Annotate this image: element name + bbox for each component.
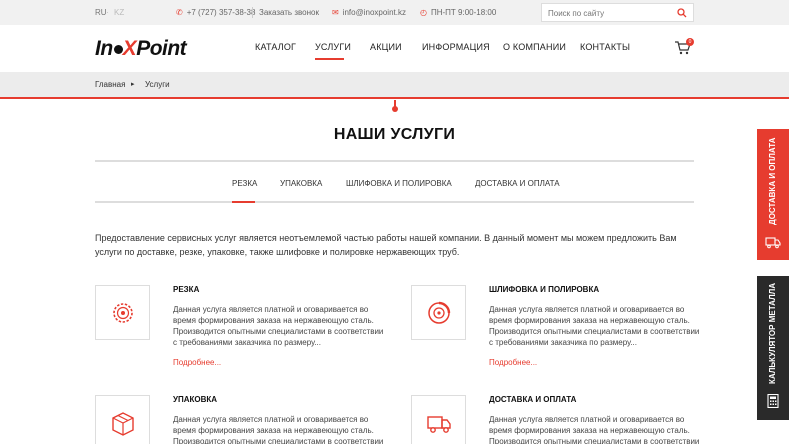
- service-title: Шлифовка и полировка: [489, 285, 600, 294]
- nav-item-catalog[interactable]: Каталог: [255, 42, 296, 52]
- service-more-link[interactable]: Подробнее...: [489, 358, 537, 367]
- divider: [252, 7, 253, 18]
- breadcrumb-home[interactable]: Главная: [95, 80, 125, 89]
- callback-link[interactable]: Заказать звонок: [259, 8, 319, 17]
- box-icon: [112, 412, 134, 436]
- breadcrumb-arrow-icon: ▸: [131, 81, 135, 88]
- service-description: Данная услуга является платной и оговари…: [173, 305, 384, 347]
- work-hours-text: ПН-ПТ 9:00-18:00: [430, 8, 497, 17]
- search-icon[interactable]: [677, 8, 687, 18]
- tab-active-indicator: [232, 201, 255, 203]
- email-link[interactable]: ✉ info@inoxpoint.kz: [332, 8, 406, 17]
- breadcrumb-pointer-dot: [392, 106, 398, 112]
- logo-text-x: X: [122, 37, 137, 60]
- lang-separator: ·: [106, 8, 109, 17]
- service-icon-box[interactable]: [411, 395, 466, 444]
- service-card-packing: Упаковка Данная услуга является платной …: [95, 395, 395, 444]
- service-title: Упаковка: [173, 395, 218, 404]
- clock-icon: ◴: [420, 8, 427, 17]
- mail-icon: ✉: [332, 8, 339, 17]
- intro-text: Предоставление сервисных услуг является …: [95, 233, 677, 257]
- saw-blade-icon: [113, 303, 133, 323]
- service-card-polishing: Шлифовка и полировка Данная услуга являе…: [411, 285, 711, 375]
- service-icon-box[interactable]: [411, 285, 466, 340]
- tab-packing[interactable]: Упаковка: [280, 179, 322, 188]
- nav-item-services[interactable]: Услуги: [315, 42, 351, 52]
- service-description: Данная услуга является платной и оговари…: [489, 415, 700, 444]
- lang-ru-link[interactable]: RU: [95, 8, 107, 17]
- phone-icon: ✆: [176, 8, 183, 17]
- service-description: Данная услуга является платной и оговари…: [173, 415, 384, 444]
- search-box: [541, 3, 694, 22]
- service-icon-box[interactable]: [95, 285, 150, 340]
- phone-number: +7 (727) 357-38-38: [186, 8, 256, 17]
- tab-delivery[interactable]: Доставка и оплата: [475, 179, 560, 188]
- service-tabs: Резка Упаковка Шлифовка и полировка Дост…: [95, 160, 694, 203]
- service-title: Резка: [173, 285, 200, 294]
- service-icon-box[interactable]: [95, 395, 150, 444]
- breadcrumb: Главная ▸ Услуги: [0, 72, 789, 99]
- truck-icon: [427, 416, 451, 433]
- breadcrumb-current: Услуги: [145, 80, 170, 89]
- service-card-cutting: Резка Данная услуга является платной и о…: [95, 285, 395, 375]
- logo-text-point: Point: [136, 37, 187, 60]
- top-bar: RU · KZ ✆ +7 (727) 357-38-38 Заказать зв…: [0, 0, 789, 25]
- search-input[interactable]: [548, 7, 673, 19]
- lang-kz-link[interactable]: KZ: [114, 8, 124, 17]
- site-logo[interactable]: In XPoint: [95, 37, 187, 61]
- tab-cutting[interactable]: Резка: [232, 179, 257, 188]
- calculator-icon: [767, 394, 779, 408]
- phone-link[interactable]: ✆ +7 (727) 357-38-38: [176, 8, 255, 17]
- work-hours: ◴ ПН-ПТ 9:00-18:00: [420, 8, 496, 17]
- logo-dot: [113, 45, 123, 54]
- email-address: info@inoxpoint.kz: [342, 8, 406, 17]
- side-tab-delivery-label: Доставка и оплата: [768, 137, 777, 225]
- nav-item-contacts[interactable]: Контакты: [580, 42, 630, 52]
- nav-active-indicator: [315, 58, 344, 60]
- service-card-delivery: Доставка и оплата Данная услуга является…: [411, 395, 711, 444]
- nav-item-about[interactable]: О компании: [503, 42, 566, 52]
- polishing-disc-icon: [428, 301, 451, 324]
- page-title: НАШИ УСЛУГИ: [333, 126, 456, 143]
- nav-item-promotions[interactable]: Акции: [370, 42, 402, 52]
- cart-count-badge: 0: [686, 38, 694, 46]
- service-more-link[interactable]: Подробнее...: [173, 358, 221, 367]
- service-description: Данная услуга является платной и оговари…: [489, 305, 700, 347]
- service-title: Доставка и оплата: [489, 395, 577, 404]
- side-tab-calculator[interactable]: Калькулятор металла: [757, 276, 789, 420]
- side-tab-delivery[interactable]: Доставка и оплата: [757, 129, 789, 260]
- side-tab-calculator-label: Калькулятор металла: [768, 283, 777, 384]
- truck-icon: [765, 237, 781, 249]
- nav-item-information[interactable]: Информация: [422, 42, 490, 52]
- tab-polishing[interactable]: Шлифовка и полировка: [346, 179, 452, 188]
- logo-text-in: In: [95, 37, 113, 60]
